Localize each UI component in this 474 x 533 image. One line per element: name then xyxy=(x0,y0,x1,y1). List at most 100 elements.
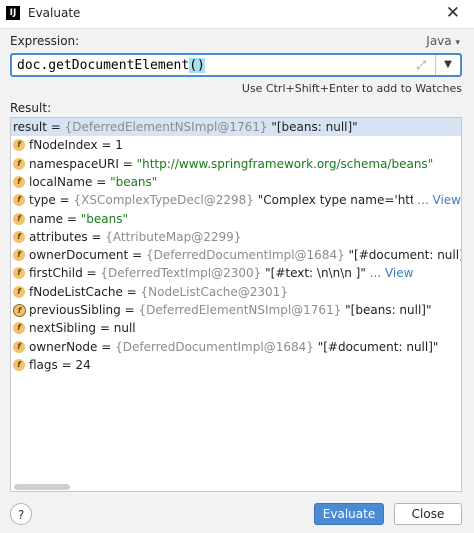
field-row-ownerDocument[interactable]: f ownerDocument = {DeferredDocumentImpl@1… xyxy=(11,246,461,264)
close-window-icon[interactable]: ✕ xyxy=(446,3,460,23)
field-equals: = xyxy=(63,212,81,226)
field-value: "[beans: null]" xyxy=(341,303,432,317)
field-equals: = xyxy=(92,175,111,189)
field-text: name = "beans" xyxy=(29,210,128,228)
field-row-fNodeIndex[interactable]: f fNodeIndex = 1 xyxy=(11,136,461,154)
field-reference: {DeferredTextImpl@2300} xyxy=(100,266,262,280)
field-icon: f xyxy=(13,158,25,170)
close-button[interactable]: Close xyxy=(394,503,462,525)
field-text: flags = 24 xyxy=(29,356,91,374)
field-equals: = xyxy=(120,303,139,317)
field-icon: f xyxy=(13,267,25,279)
field-text: nextSibling = null xyxy=(29,319,136,337)
language-selector[interactable]: Java ▾ xyxy=(426,34,460,48)
field-name: type xyxy=(29,193,56,207)
field-reference: {NodeListCache@2301} xyxy=(140,285,288,299)
field-row-firstChild[interactable]: f firstChild = {DeferredTextImpl@2300} "[… xyxy=(11,264,461,282)
field-row-localName[interactable]: f localName = "beans" xyxy=(11,173,461,191)
field-text: previousSibling = {DeferredElementNSImpl… xyxy=(29,301,432,319)
field-icon: f xyxy=(13,231,25,243)
field-value: "[#text: \n\n\n ]" xyxy=(261,266,366,280)
field-text: type = {XSComplexTypeDecl@2298} "Complex… xyxy=(29,191,461,209)
field-reference: {DeferredDocumentImpl@1684} xyxy=(115,340,314,354)
expression-text: doc.getDocumentElement xyxy=(17,58,190,73)
field-row-attributes[interactable]: f attributes = {AttributeMap@2299} xyxy=(11,228,461,246)
field-equals: = xyxy=(97,138,116,152)
field-icon: f xyxy=(13,249,25,261)
field-icon: f xyxy=(13,139,25,151)
result-root-row[interactable]: result = {DeferredElementNSImpl@1761} "[… xyxy=(11,118,461,136)
field-name: previousSibling xyxy=(29,303,121,317)
history-dropdown-button[interactable]: ▼ xyxy=(435,55,460,75)
result-tree[interactable]: result = {DeferredElementNSImpl@1761} "[… xyxy=(10,117,462,492)
field-name: ownerNode xyxy=(29,340,98,354)
field-icon: f xyxy=(13,322,25,334)
field-icon: f xyxy=(13,304,26,317)
chevron-down-icon: ▾ xyxy=(455,38,460,48)
field-row-nextSibling[interactable]: f nextSibling = null xyxy=(11,319,461,337)
field-reference: {XSComplexTypeDecl@2298} xyxy=(73,193,254,207)
field-equals: = xyxy=(96,321,114,335)
field-equals: = xyxy=(97,340,116,354)
help-button[interactable]: ? xyxy=(10,503,32,525)
field-value: "beans" xyxy=(80,212,128,226)
field-text: fNodeIndex = 1 xyxy=(29,136,123,154)
field-name: firstChild xyxy=(29,266,83,280)
result-label: Result: xyxy=(10,101,52,115)
result-root-text: result = {DeferredElementNSImpl@1761} "[… xyxy=(13,120,358,134)
field-equals: = xyxy=(122,285,141,299)
field-row-flags[interactable]: f flags = 24 xyxy=(11,356,461,374)
field-text: attributes = {AttributeMap@2299} xyxy=(29,228,241,246)
field-row-type[interactable]: f type = {XSComplexTypeDecl@2298} "Comple… xyxy=(11,191,461,209)
field-row-previousSibling[interactable]: f previousSibling = {DeferredElementNSImp… xyxy=(11,301,461,319)
field-value: 24 xyxy=(75,358,91,372)
field-row-ownerNode[interactable]: f ownerNode = {DeferredDocumentImpl@1684}… xyxy=(11,338,461,356)
field-row-fNodeListCache[interactable]: f fNodeListCache = {NodeListCache@2301} xyxy=(11,283,461,301)
intellij-icon: IJ xyxy=(6,6,20,20)
field-text: namespaceURI = "http://www.springframewo… xyxy=(29,155,433,173)
field-equals: = xyxy=(57,358,76,372)
field-reference: {DeferredElementNSImpl@1761} xyxy=(138,303,342,317)
window-title: Evaluate xyxy=(28,6,81,20)
watches-hint: Use Ctrl+Shift+Enter to add to Watches xyxy=(241,82,462,95)
field-equals: = xyxy=(118,157,137,171)
field-row-name[interactable]: f name = "beans" xyxy=(11,210,461,228)
field-text: fNodeListCache = {NodeListCache@2301} xyxy=(29,283,288,301)
expression-label: Expression: xyxy=(10,34,80,48)
field-row-namespaceURI[interactable]: f namespaceURI = "http://www.springframew… xyxy=(11,155,461,173)
field-text: firstChild = {DeferredTextImpl@2300} "[#… xyxy=(29,264,414,282)
field-name: attributes xyxy=(29,230,88,244)
field-icon: f xyxy=(13,194,25,206)
field-text: ownerNode = {DeferredDocumentImpl@1684} … xyxy=(29,338,438,356)
title-bar: IJ Evaluate ✕ xyxy=(0,0,474,29)
field-icon: f xyxy=(13,176,25,188)
expression-input[interactable]: doc.getDocumentElement() ⤢ ▼ xyxy=(10,53,462,77)
expand-editor-icon[interactable]: ⤢ xyxy=(416,58,426,73)
field-name: name xyxy=(29,212,64,226)
expression-value[interactable]: doc.getDocumentElement() xyxy=(17,58,205,73)
field-name: flags xyxy=(29,358,58,372)
field-value: "http://www.springframework.org/schema/b… xyxy=(136,157,434,171)
field-value: null xyxy=(113,321,136,335)
field-icon: f xyxy=(13,213,25,225)
expression-paren-highlight: () xyxy=(189,58,205,73)
field-reference: {DeferredDocumentImpl@1684} xyxy=(145,248,345,262)
field-name: localName xyxy=(29,175,93,189)
field-text: localName = "beans" xyxy=(29,173,157,191)
field-value: "[#document: null]" xyxy=(313,340,439,354)
field-equals: = xyxy=(87,230,106,244)
view-link[interactable]: ... View xyxy=(369,266,414,280)
field-value: "beans" xyxy=(110,175,158,189)
field-value: 1 xyxy=(115,138,123,152)
field-equals: = xyxy=(55,193,74,207)
view-link[interactable]: ... View xyxy=(413,191,461,209)
evaluate-button[interactable]: Evaluate xyxy=(314,503,384,525)
field-icon: f xyxy=(13,341,25,353)
field-name: fNodeIndex xyxy=(29,138,98,152)
language-label: Java xyxy=(426,34,452,48)
field-name: namespaceURI xyxy=(29,157,119,171)
field-name: nextSibling xyxy=(29,321,97,335)
field-equals: = xyxy=(82,266,101,280)
horizontal-scrollbar[interactable] xyxy=(14,484,70,490)
field-equals: = xyxy=(128,248,146,262)
